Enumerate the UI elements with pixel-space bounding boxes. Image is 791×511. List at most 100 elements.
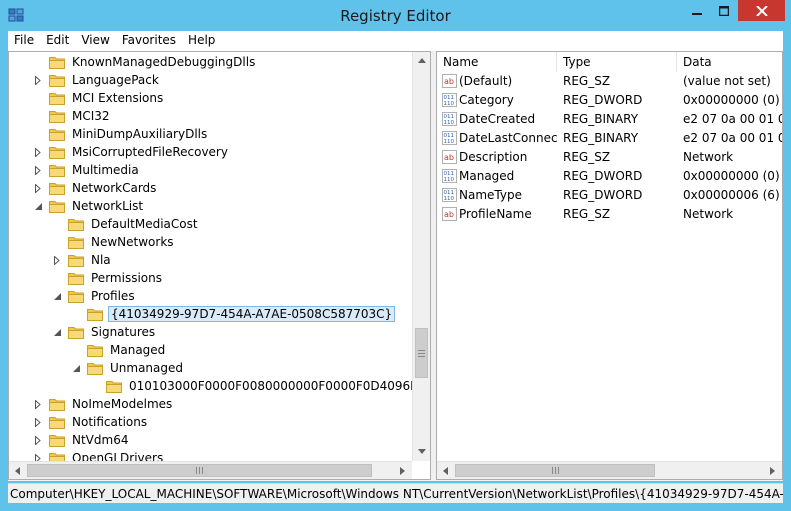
scroll-left-button[interactable] [437, 462, 454, 479]
scroll-right-icon [770, 466, 775, 475]
tree-item[interactable]: NetworkList [33, 197, 145, 215]
menu-bar: File Edit View Favorites Help [8, 31, 783, 51]
tree-item-label: Managed [110, 343, 166, 357]
value-type: REG_BINARY [563, 112, 639, 126]
menu-favorites[interactable]: Favorites [116, 31, 182, 51]
folder-icon [49, 146, 65, 159]
close-button[interactable] [738, 0, 785, 21]
scroll-right-button[interactable] [764, 462, 781, 479]
folder-icon [106, 380, 122, 393]
tree-item[interactable]: NtVdm64 [33, 431, 130, 449]
tree-item[interactable]: MCI Extensions [33, 89, 165, 107]
value-row[interactable]: 011 110 Category REG_DWORD 0x00000000 (0) [437, 91, 782, 110]
scroll-left-button[interactable] [9, 462, 26, 479]
window-title: Registry Editor [340, 7, 451, 25]
value-name: NameType [459, 188, 522, 202]
expand-arrow-icon[interactable] [33, 417, 43, 427]
tree-item[interactable]: Notifications [33, 413, 149, 431]
collapse-arrow-icon[interactable] [71, 363, 81, 373]
tree-hscroll-thumb[interactable] [27, 464, 372, 477]
tree-item[interactable]: Unmanaged [71, 359, 185, 377]
value-row[interactable]: ab ProfileName REG_SZ Network [437, 205, 782, 224]
tree-item[interactable]: MsiCorruptedFileRecovery [33, 143, 230, 161]
tree-item[interactable]: Permissions [52, 269, 164, 287]
binary-value-icon: 011110 [442, 188, 457, 202]
value-type: REG_DWORD [563, 169, 643, 183]
tree-item[interactable]: Signatures [52, 323, 157, 341]
folder-icon [49, 128, 65, 141]
tree-item[interactable]: NewNetworks [52, 233, 176, 251]
tree-item[interactable]: KnownManagedDebuggingDlls [33, 53, 257, 71]
scroll-down-button[interactable] [413, 443, 430, 460]
column-header-type[interactable]: Type [557, 52, 677, 72]
tree-item-label: 010103000F0000F0080000000F0000F0D4096F96… [129, 379, 430, 393]
binary-value-icon: 011110 [442, 169, 457, 183]
scroll-right-button[interactable] [394, 462, 411, 479]
menu-file[interactable]: File [8, 31, 40, 51]
expand-arrow-icon[interactable] [33, 183, 43, 193]
tree-item[interactable]: DefaultMediaCost [52, 215, 200, 233]
tree-item[interactable]: {41034929-97D7-454A-A7AE-0508C587703C} [71, 305, 396, 323]
scroll-up-button[interactable] [413, 52, 430, 69]
tree-item-label: Nla [91, 253, 111, 267]
column-header-name[interactable]: Name [437, 52, 557, 72]
tree-item[interactable]: Nla [52, 251, 113, 269]
folder-icon [68, 326, 84, 339]
tree-item-label: DefaultMediaCost [91, 217, 198, 231]
expand-arrow-icon[interactable] [33, 435, 43, 445]
tree-item-label: NewNetworks [91, 235, 174, 249]
expand-arrow-icon[interactable] [33, 75, 43, 85]
expand-arrow-icon[interactable] [33, 399, 43, 409]
tree-item[interactable]: MCI32 [33, 107, 112, 125]
tree-scroll-thumb[interactable] [415, 328, 428, 378]
values-horizontal-scrollbar[interactable] [437, 461, 782, 479]
tree-item[interactable]: LanguagePack [33, 71, 161, 89]
registry-editor-window: Registry Editor File Edit View Favorites… [0, 0, 791, 511]
folder-icon [49, 200, 65, 213]
value-name: (Default) [459, 74, 513, 88]
value-row[interactable]: 011 110 NameType REG_DWORD 0x00000006 (6) [437, 186, 782, 205]
close-icon [755, 5, 768, 16]
expand-arrow-icon[interactable] [52, 255, 62, 265]
value-row[interactable]: 011 110 DateCreated REG_BINARY e2 07 0a 00 0… [437, 110, 782, 129]
value-row[interactable]: 011 110 Managed REG_DWORD 0x00000000 (0) [437, 167, 782, 186]
tree-item-label: MCI Extensions [72, 91, 164, 105]
minimize-button[interactable] [684, 0, 710, 21]
tree-item[interactable]: Managed [71, 341, 167, 359]
menu-help[interactable]: Help [182, 31, 221, 51]
menu-view[interactable]: View [75, 31, 115, 51]
tree-item[interactable]: Profiles [52, 287, 137, 305]
tree-vertical-scrollbar[interactable] [412, 52, 430, 461]
tree-item[interactable]: MiniDumpAuxiliaryDlls [33, 125, 209, 143]
menu-edit[interactable]: Edit [40, 31, 75, 51]
tree-item-label: MCI32 [72, 109, 110, 123]
tree-item-label: Signatures [91, 325, 156, 339]
tree-horizontal-scrollbar[interactable] [9, 461, 412, 479]
folder-icon [49, 110, 65, 123]
tree-item[interactable]: Multimedia [33, 161, 141, 179]
collapse-arrow-icon[interactable] [33, 201, 43, 211]
value-row[interactable]: ab Description REG_SZ Network [437, 148, 782, 167]
tree-item[interactable]: 010103000F0000F0080000000F0000F0D4096F96… [90, 377, 430, 395]
value-data: Network [683, 207, 734, 221]
value-row[interactable]: 011110DateLastConnec... REG_BINARY e2 07 0… [437, 129, 782, 148]
tree-item[interactable]: NetworkCards [33, 179, 158, 197]
expand-arrow-icon[interactable] [33, 165, 43, 175]
column-header-data[interactable]: Data [677, 52, 782, 72]
tree-item-label: Unmanaged [110, 361, 184, 375]
values-hscroll-thumb[interactable] [455, 464, 655, 477]
maximize-button[interactable] [711, 0, 737, 21]
title-bar[interactable]: Registry Editor [0, 0, 791, 31]
expand-arrow-icon[interactable] [33, 147, 43, 157]
tree-item[interactable]: NoImeModelmes [33, 395, 174, 413]
collapse-arrow-icon[interactable] [52, 327, 62, 337]
folder-icon [87, 344, 103, 357]
value-type: REG_DWORD [563, 188, 643, 202]
key-tree-pane: KnownManagedDebuggingDlls LanguagePack MCI… [8, 51, 431, 480]
collapse-arrow-icon[interactable] [52, 291, 62, 301]
value-row[interactable]: ab (Default) REG_SZ (value not set) [437, 72, 782, 91]
